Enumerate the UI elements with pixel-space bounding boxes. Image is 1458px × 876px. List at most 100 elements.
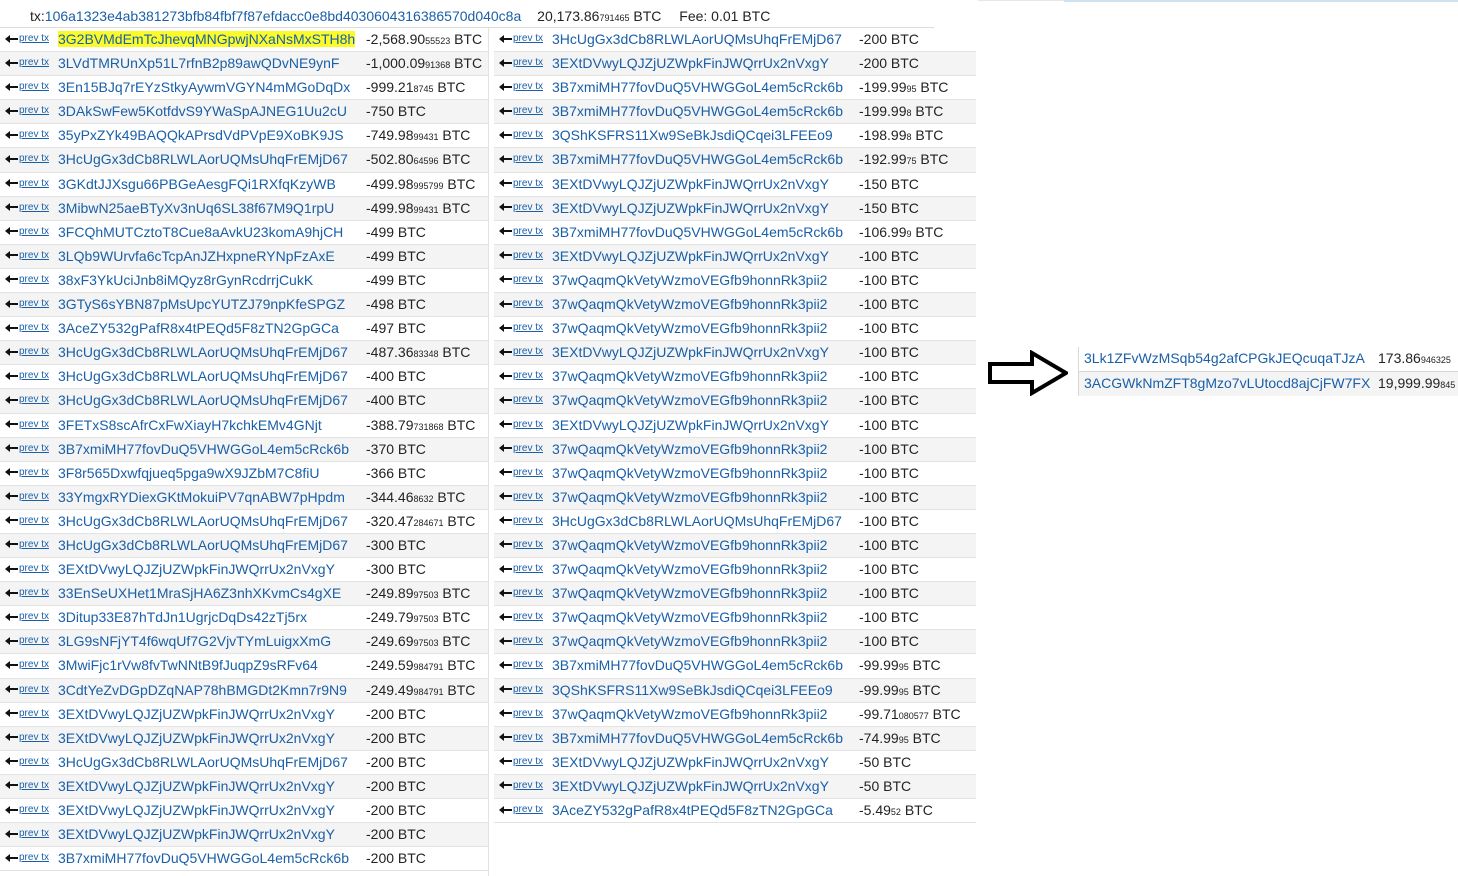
input-address-link[interactable]: 3QShKSFRS11Xw9SeBkJsdiQCqei3LFEEo9	[552, 682, 833, 698]
input-address-link[interactable]: 3EXtDVwyLQJZjUZWpkFinJWQrrUx2nVxgY	[552, 344, 829, 360]
prev-tx-link[interactable]: prev tx	[499, 635, 543, 646]
input-address-link[interactable]: 3MwiFjc1rVw8fvTwNNtB9fJuqpZ9sRFv64	[58, 657, 318, 673]
prev-tx-link[interactable]: prev tx	[499, 202, 543, 213]
input-address-link[interactable]: 3B7xmiMH77fovDuQ5VHWGGoL4em5cRck6b	[552, 103, 843, 119]
prev-tx-link[interactable]: prev tx	[5, 105, 49, 116]
input-address-link[interactable]: 3HcUgGx3dCb8RLWLAorUQMsUhqFrEMjD67	[58, 392, 348, 408]
input-address-link[interactable]: 3LVdTMRUnXp51L7rfnB2p89awQDvNE9ynF	[58, 55, 339, 71]
prev-tx-link[interactable]: prev tx	[499, 33, 543, 44]
prev-tx-link[interactable]: prev tx	[5, 129, 49, 140]
input-address-link[interactable]: 3FCQhMUTCztoT8Cue8aAvkU23komA9hjCH	[58, 224, 343, 240]
input-address-link[interactable]: 37wQaqmQkVetyWzmoVEGfb9honnRk3pii2	[552, 609, 827, 625]
input-address-link[interactable]: 33EnSeUXHet1MraSjHA6Z3nhXKvmCs4gXE	[58, 585, 341, 601]
prev-tx-link[interactable]: prev tx	[5, 298, 49, 309]
prev-tx-link[interactable]: prev tx	[5, 274, 49, 285]
prev-tx-link[interactable]: prev tx	[5, 346, 49, 357]
prev-tx-link[interactable]: prev tx	[499, 57, 543, 68]
prev-tx-link[interactable]: prev tx	[5, 33, 49, 44]
output-address-link[interactable]: 3ACGWkNmZFT8gMzo7vLUtocd8ajCjFW7FX	[1084, 375, 1370, 391]
prev-tx-link[interactable]: prev tx	[499, 419, 543, 430]
prev-tx-link[interactable]: prev tx	[499, 105, 543, 116]
prev-tx-link[interactable]: prev tx	[5, 250, 49, 261]
prev-tx-link[interactable]: prev tx	[5, 394, 49, 405]
input-address-link[interactable]: 37wQaqmQkVetyWzmoVEGfb9honnRk3pii2	[552, 441, 827, 457]
prev-tx-link[interactable]: prev tx	[5, 57, 49, 68]
prev-tx-link[interactable]: prev tx	[5, 467, 49, 478]
input-address-link[interactable]: 3EXtDVwyLQJZjUZWpkFinJWQrrUx2nVxgY	[58, 706, 335, 722]
prev-tx-link[interactable]: prev tx	[499, 394, 543, 405]
prev-tx-link[interactable]: prev tx	[499, 563, 543, 574]
prev-tx-link[interactable]: prev tx	[5, 322, 49, 333]
input-address-link[interactable]: 37wQaqmQkVetyWzmoVEGfb9honnRk3pii2	[552, 489, 827, 505]
input-address-link[interactable]: 3CdtYeZvDGpDZqNAP78hBMGDt2Kmn7r9N9	[58, 682, 347, 698]
prev-tx-link[interactable]: prev tx	[5, 732, 49, 743]
input-address-link[interactable]: 37wQaqmQkVetyWzmoVEGfb9honnRk3pii2	[552, 392, 827, 408]
prev-tx-link[interactable]: prev tx	[499, 515, 543, 526]
prev-tx-link[interactable]: prev tx	[499, 370, 543, 381]
input-address-link[interactable]: 35yPxZYk49BAQQkAPrsdVdPVpE9XoBK9JS	[58, 127, 344, 143]
prev-tx-link[interactable]: prev tx	[5, 443, 49, 454]
input-address-link[interactable]: 37wQaqmQkVetyWzmoVEGfb9honnRk3pii2	[552, 272, 827, 288]
input-address-link[interactable]: 3HcUgGx3dCb8RLWLAorUQMsUhqFrEMjD67	[58, 368, 348, 384]
prev-tx-link[interactable]: prev tx	[499, 732, 543, 743]
input-address-link[interactable]: 3B7xmiMH77fovDuQ5VHWGGoL4em5cRck6b	[552, 224, 843, 240]
input-address-link[interactable]: 3F8r565Dxwfqjueq5pga9wX9JZbM7C8fiU	[58, 465, 319, 481]
input-address-link[interactable]: 33YmgxRYDiexGKtMokuiPV7qnABW7pHpdm	[58, 489, 345, 505]
input-address-link[interactable]: 3HcUgGx3dCb8RLWLAorUQMsUhqFrEMjD67	[58, 537, 348, 553]
prev-tx-link[interactable]: prev tx	[5, 539, 49, 550]
prev-tx-link[interactable]: prev tx	[5, 635, 49, 646]
input-address-link[interactable]: 3GTyS6sYBN87pMsUpcYUTZJ79npKfeSPGZ	[58, 296, 345, 312]
input-address-link[interactable]: 3HcUgGx3dCb8RLWLAorUQMsUhqFrEMjD67	[58, 151, 348, 167]
input-address-link[interactable]: 3FETxS8scAfrCxFwXiayH7kchkEMv4GNjt	[58, 417, 322, 433]
input-address-link[interactable]: 3HcUgGx3dCb8RLWLAorUQMsUhqFrEMjD67	[552, 31, 842, 47]
prev-tx-link[interactable]: prev tx	[5, 153, 49, 164]
prev-tx-link[interactable]: prev tx	[499, 587, 543, 598]
input-address-link[interactable]: 3G2BVMdEmTcJhevqMNGpwjNXaNsMxSTH8h	[58, 31, 356, 47]
prev-tx-link[interactable]: prev tx	[5, 611, 49, 622]
input-address-link[interactable]: 37wQaqmQkVetyWzmoVEGfb9honnRk3pii2	[552, 706, 827, 722]
prev-tx-link[interactable]: prev tx	[499, 491, 543, 502]
prev-tx-link[interactable]: prev tx	[5, 419, 49, 430]
input-address-link[interactable]: 3EXtDVwyLQJZjUZWpkFinJWQrrUx2nVxgY	[58, 561, 335, 577]
prev-tx-link[interactable]: prev tx	[499, 226, 543, 237]
prev-tx-link[interactable]: prev tx	[499, 780, 543, 791]
prev-tx-link[interactable]: prev tx	[499, 298, 543, 309]
input-address-link[interactable]: 3LQb9WUrvfa6cTcpAnJZHxpneRYNpFzAxE	[58, 248, 335, 264]
input-address-link[interactable]: 3EXtDVwyLQJZjUZWpkFinJWQrrUx2nVxgY	[552, 417, 829, 433]
input-address-link[interactable]: 3EXtDVwyLQJZjUZWpkFinJWQrrUx2nVxgY	[552, 176, 829, 192]
input-address-link[interactable]: 37wQaqmQkVetyWzmoVEGfb9honnRk3pii2	[552, 368, 827, 384]
prev-tx-link[interactable]: prev tx	[499, 322, 543, 333]
output-address-link[interactable]: 3Lk1ZFvWzMSqb54g2afCPGkJEQcuqaTJzA	[1084, 350, 1365, 366]
input-address-link[interactable]: 3B7xmiMH77fovDuQ5VHWGGoL4em5cRck6b	[552, 730, 843, 746]
input-address-link[interactable]: 3HcUgGx3dCb8RLWLAorUQMsUhqFrEMjD67	[552, 513, 842, 529]
prev-tx-link[interactable]: prev tx	[499, 611, 543, 622]
prev-tx-link[interactable]: prev tx	[499, 684, 543, 695]
input-address-link[interactable]: 3EXtDVwyLQJZjUZWpkFinJWQrrUx2nVxgY	[58, 802, 335, 818]
input-address-link[interactable]: 3AceZY532gPafR8x4tPEQd5F8zTN2GpGCa	[58, 320, 339, 336]
prev-tx-link[interactable]: prev tx	[5, 780, 49, 791]
input-address-link[interactable]: 3B7xmiMH77fovDuQ5VHWGGoL4em5cRck6b	[552, 79, 843, 95]
prev-tx-link[interactable]: prev tx	[499, 443, 543, 454]
input-address-link[interactable]: 3EXtDVwyLQJZjUZWpkFinJWQrrUx2nVxgY	[552, 754, 829, 770]
prev-tx-link[interactable]: prev tx	[499, 539, 543, 550]
input-address-link[interactable]: 3B7xmiMH77fovDuQ5VHWGGoL4em5cRck6b	[58, 441, 349, 457]
prev-tx-link[interactable]: prev tx	[5, 515, 49, 526]
prev-tx-link[interactable]: prev tx	[5, 756, 49, 767]
prev-tx-link[interactable]: prev tx	[499, 274, 543, 285]
prev-tx-link[interactable]: prev tx	[499, 250, 543, 261]
prev-tx-link[interactable]: prev tx	[5, 852, 49, 863]
input-address-link[interactable]: 3B7xmiMH77fovDuQ5VHWGGoL4em5cRck6b	[552, 151, 843, 167]
prev-tx-link[interactable]: prev tx	[5, 684, 49, 695]
input-address-link[interactable]: 3EXtDVwyLQJZjUZWpkFinJWQrrUx2nVxgY	[58, 826, 335, 842]
input-address-link[interactable]: 37wQaqmQkVetyWzmoVEGfb9honnRk3pii2	[552, 320, 827, 336]
input-address-link[interactable]: 3HcUgGx3dCb8RLWLAorUQMsUhqFrEMjD67	[58, 513, 348, 529]
prev-tx-link[interactable]: prev tx	[499, 178, 543, 189]
input-address-link[interactable]: 3EXtDVwyLQJZjUZWpkFinJWQrrUx2nVxgY	[552, 248, 829, 264]
prev-tx-link[interactable]: prev tx	[5, 226, 49, 237]
input-address-link[interactable]: 37wQaqmQkVetyWzmoVEGfb9honnRk3pii2	[552, 465, 827, 481]
prev-tx-link[interactable]: prev tx	[5, 370, 49, 381]
input-address-link[interactable]: 3B7xmiMH77fovDuQ5VHWGGoL4em5cRck6b	[58, 850, 349, 866]
input-address-link[interactable]: 3EXtDVwyLQJZjUZWpkFinJWQrrUx2nVxgY	[552, 55, 829, 71]
input-address-link[interactable]: 37wQaqmQkVetyWzmoVEGfb9honnRk3pii2	[552, 585, 827, 601]
prev-tx-link[interactable]: prev tx	[499, 129, 543, 140]
